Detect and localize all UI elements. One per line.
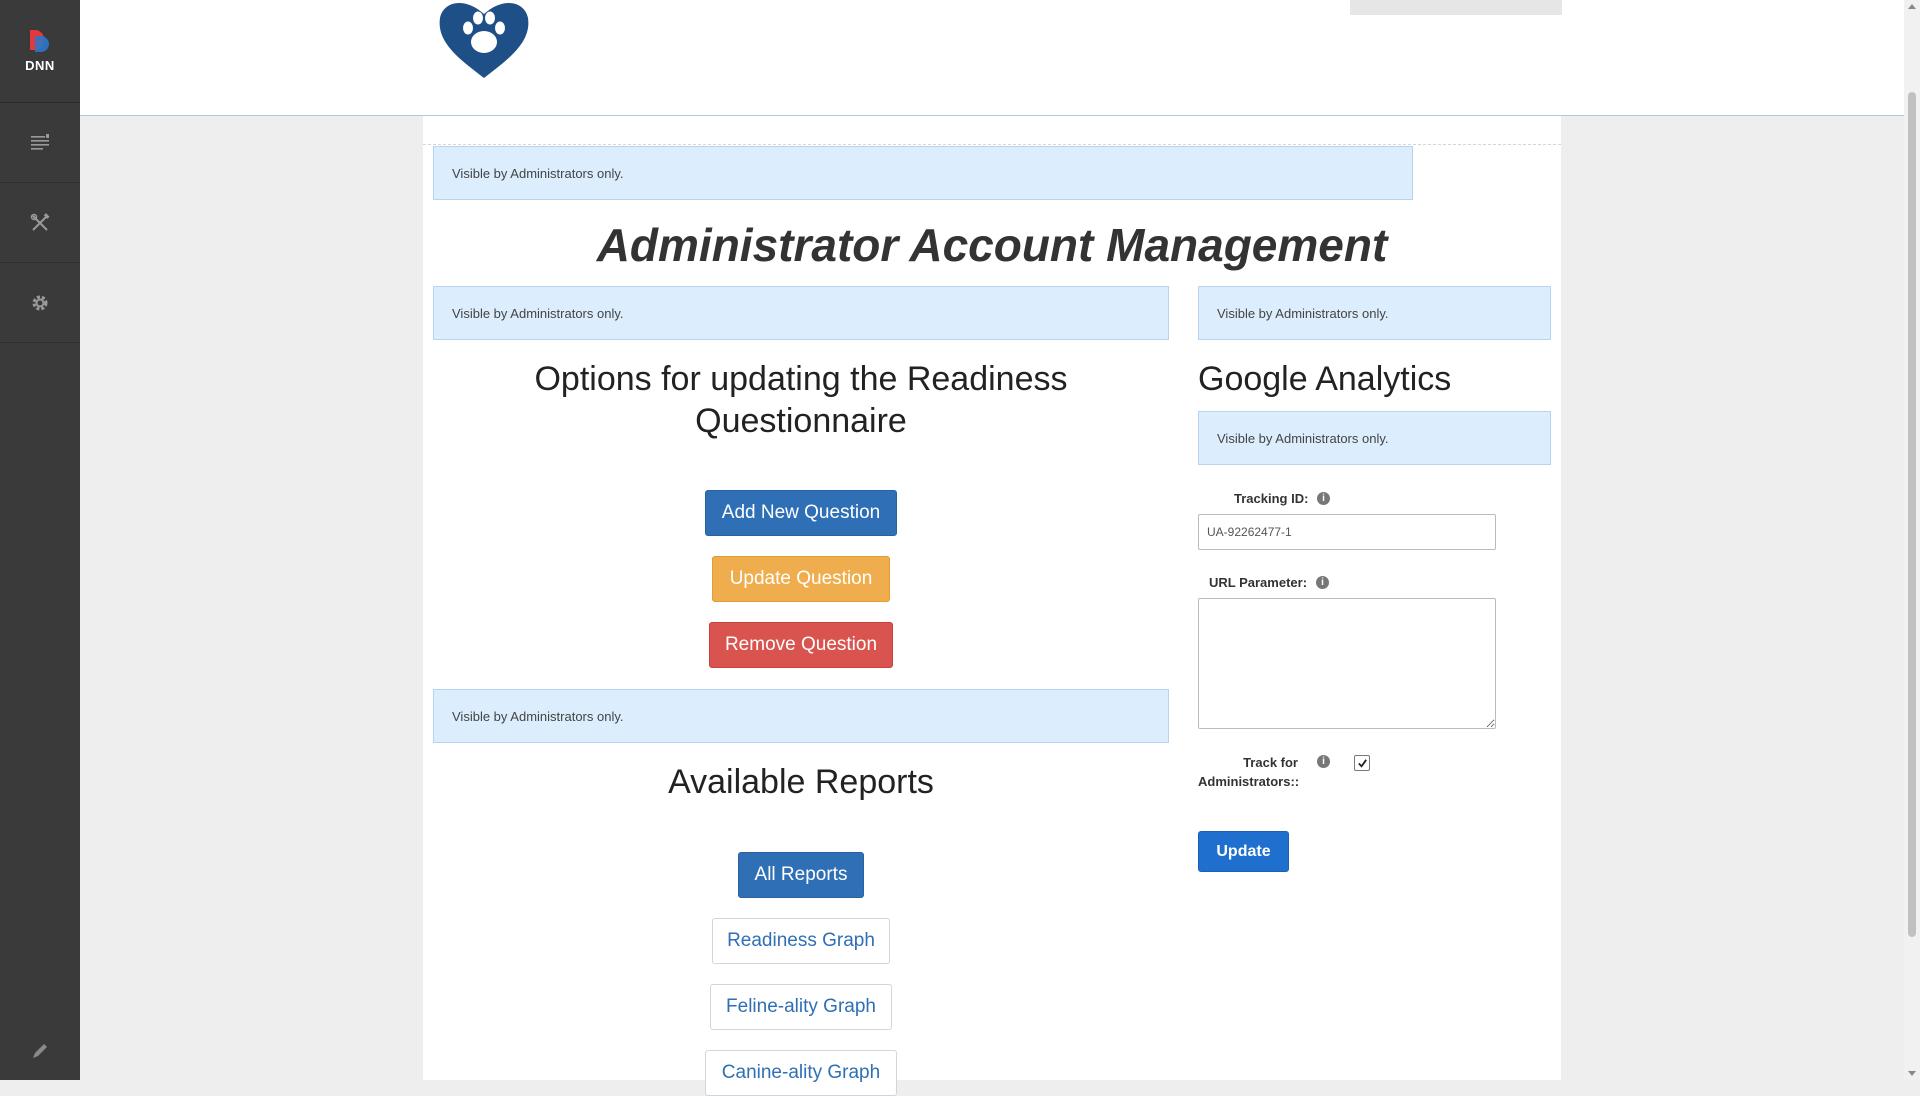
settings-icon [32, 295, 48, 310]
pane-divider [423, 144, 1561, 145]
manage-icon [30, 212, 50, 231]
scroll-thumb[interactable] [1908, 92, 1916, 937]
page-title: Administrator Account Management [596, 219, 1388, 271]
canine-ality-graph-button[interactable]: Canine-ality Graph [705, 1050, 897, 1096]
dnn-logo-text: DNN [25, 57, 55, 73]
edit-page-button[interactable] [0, 1040, 80, 1062]
page-scrollbar[interactable] [1904, 0, 1920, 1080]
google-analytics-heading: Google Analytics [1198, 360, 1452, 398]
admin-visibility-notice: Visible by Administrators only. [1198, 411, 1551, 465]
all-reports-button[interactable]: All Reports [738, 852, 864, 898]
persona-item-manage[interactable] [0, 183, 80, 263]
update-button[interactable]: Update [1198, 831, 1289, 872]
persona-bar: DNN [0, 0, 80, 1080]
remove-question-button[interactable]: Remove Question [709, 622, 893, 668]
admin-visibility-notice: Visible by Administrators only. [433, 146, 1413, 200]
url-parameter-label: URL Parameter: [1209, 575, 1308, 590]
persona-item-settings[interactable] [0, 263, 80, 343]
info-icon[interactable]: i [1317, 492, 1330, 505]
admin-visibility-notice: Visible by Administrators only. [433, 286, 1169, 340]
track-admins-label-line1: Track for [1243, 755, 1298, 770]
scroll-down-arrow-icon[interactable] [1908, 1071, 1916, 1076]
info-icon[interactable]: i [1317, 755, 1330, 768]
admin-visibility-notice: Visible by Administrators only. [1198, 286, 1551, 340]
tracking-id-label: Tracking ID: [1234, 491, 1309, 506]
persona-item-content[interactable] [0, 103, 80, 183]
add-new-question-button[interactable]: Add New Question [705, 490, 897, 536]
track-admins-label: Track for Administrators:: [1198, 753, 1300, 791]
track-admins-label-line2: Administrators:: [1198, 774, 1300, 789]
header-login-area [1350, 0, 1562, 15]
site-header [80, 0, 1904, 116]
dnn-logo[interactable]: DNN [0, 0, 80, 103]
tracking-id-input[interactable] [1198, 514, 1496, 550]
reports-heading: Available Reports [668, 763, 934, 801]
feline-ality-graph-button[interactable]: Feline-ality Graph [710, 984, 892, 1030]
pencil-icon [33, 1044, 47, 1058]
scroll-up-arrow-icon[interactable] [1908, 4, 1916, 9]
paw-heart-logo[interactable] [434, 0, 534, 82]
admin-visibility-notice: Visible by Administrators only. [433, 689, 1169, 743]
main-content: Visible by Administrators only. Administ… [423, 116, 1561, 1096]
dnn-logo-icon [27, 29, 53, 56]
checkmark-icon [1357, 758, 1367, 768]
info-icon[interactable]: i [1316, 576, 1329, 589]
url-parameter-textarea[interactable] [1198, 598, 1496, 729]
content-icon [31, 133, 49, 150]
questionnaire-heading: Options for updating the Readiness Quest… [534, 360, 1068, 440]
readiness-graph-button[interactable]: Readiness Graph [712, 918, 890, 964]
track-admins-checkbox[interactable] [1354, 755, 1370, 771]
update-question-button[interactable]: Update Question [712, 556, 890, 602]
